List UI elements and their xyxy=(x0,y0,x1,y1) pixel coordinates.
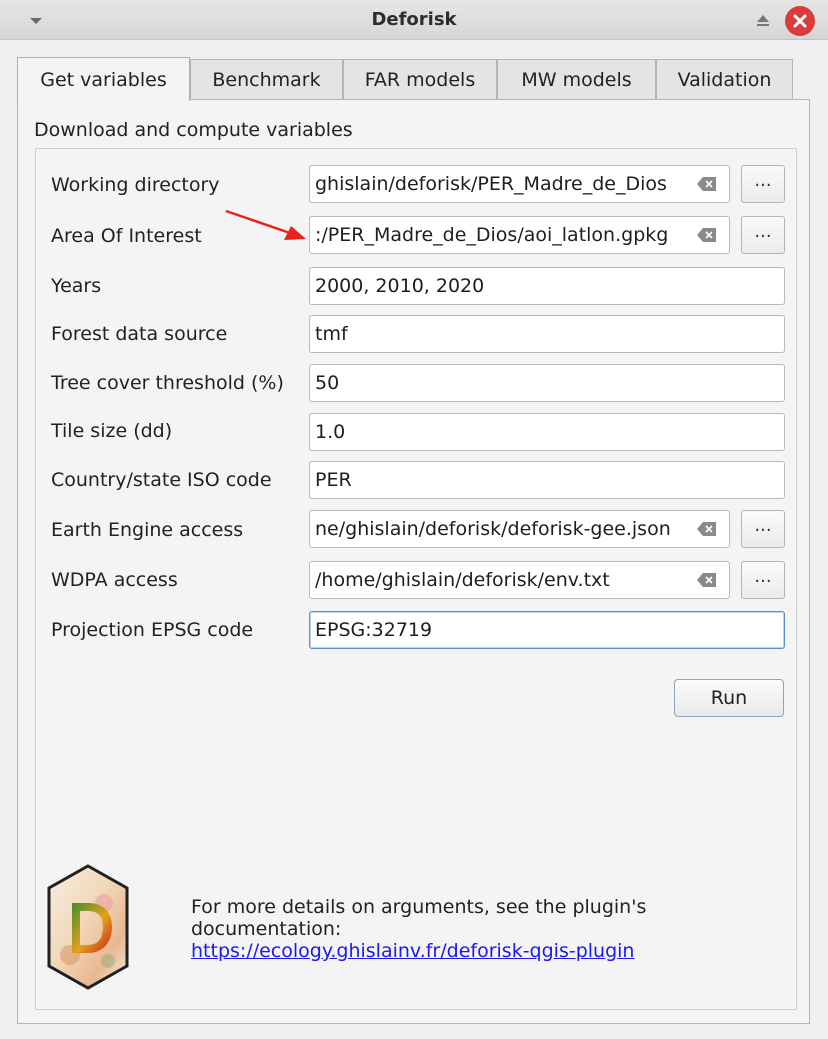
forest-data-source-label: Forest data source xyxy=(51,323,228,345)
projection-epsg-input[interactable]: EPSG:32719 xyxy=(309,611,785,649)
area-of-interest-input[interactable]: :/PER_Madre_de_Dios/aoi_latlon.gpkg xyxy=(309,216,730,254)
years-label: Years xyxy=(51,275,102,297)
earth-engine-access-value: ne/ghislain/deforisk/deforisk-gee.json xyxy=(315,518,671,540)
projection-epsg-value: EPSG:32719 xyxy=(315,619,433,641)
area-of-interest-label: Area Of Interest xyxy=(51,225,202,247)
backspace-clear-icon[interactable] xyxy=(697,177,717,191)
tree-cover-threshold-value: 50 xyxy=(315,372,340,394)
area-of-interest-value: :/PER_Madre_de_Dios/aoi_latlon.gpkg xyxy=(315,224,669,246)
iso-code-input[interactable]: PER xyxy=(309,461,785,499)
documentation-note-line2: documentation: xyxy=(191,918,342,940)
backspace-clear-icon[interactable] xyxy=(697,573,717,587)
tile-size-value: 1.0 xyxy=(315,421,346,443)
deforisk-hexagon-logo xyxy=(47,864,129,990)
iso-code-label: Country/state ISO code xyxy=(51,469,272,491)
backspace-clear-icon[interactable] xyxy=(697,228,717,242)
earth-engine-access-input[interactable]: ne/ghislain/deforisk/deforisk-gee.json xyxy=(309,510,730,548)
years-value: 2000, 2010, 2020 xyxy=(315,275,485,297)
years-input[interactable]: 2000, 2010, 2020 xyxy=(309,267,785,305)
forest-data-source-value: tmf xyxy=(315,323,348,345)
tab-pane-get-variables: Download and compute variables Working d… xyxy=(17,99,810,1024)
working-directory-label: Working directory xyxy=(51,174,220,196)
section-heading: Download and compute variables xyxy=(34,119,353,141)
forest-data-source-input[interactable]: tmf xyxy=(309,315,785,353)
wdpa-access-label: WDPA access xyxy=(51,569,178,591)
wdpa-access-value: /home/ghislain/deforisk/env.txt xyxy=(315,569,610,591)
window-title: Deforisk xyxy=(371,9,457,30)
deforisk-dialog: Deforisk Get variables Benchmark FAR mod… xyxy=(0,0,828,1039)
earth-engine-access-browse-button[interactable]: ... xyxy=(741,510,785,548)
tab-benchmark[interactable]: Benchmark xyxy=(190,59,343,99)
working-directory-value: ghislain/deforisk/PER_Madre_de_Dios xyxy=(315,173,667,195)
iso-code-value: PER xyxy=(315,469,352,491)
documentation-note: For more details on arguments, see the p… xyxy=(191,896,646,962)
tab-validation[interactable]: Validation xyxy=(656,59,793,99)
documentation-link[interactable]: https://ecology.ghislainv.fr/deforisk-qg… xyxy=(191,940,646,962)
working-directory-browse-button[interactable]: ... xyxy=(741,165,785,203)
close-button[interactable] xyxy=(785,6,815,36)
wdpa-access-input[interactable]: /home/ghislain/deforisk/env.txt xyxy=(309,561,730,599)
earth-engine-access-label: Earth Engine access xyxy=(51,519,244,541)
variables-form: Working directory ghislain/deforisk/PER_… xyxy=(35,148,797,1010)
projection-epsg-label: Projection EPSG code xyxy=(51,619,254,641)
tile-size-label: Tile size (dd) xyxy=(51,420,173,442)
tab-get-variables[interactable]: Get variables xyxy=(17,57,190,101)
tab-mw-models[interactable]: MW models xyxy=(497,59,656,99)
working-directory-input[interactable]: ghislain/deforisk/PER_Madre_de_Dios xyxy=(309,165,730,203)
tile-size-input[interactable]: 1.0 xyxy=(309,413,785,451)
title-bar: Deforisk xyxy=(0,0,828,40)
wdpa-access-browse-button[interactable]: ... xyxy=(741,561,785,599)
tab-far-models[interactable]: FAR models xyxy=(343,59,497,99)
close-icon xyxy=(793,14,807,28)
documentation-note-line1: For more details on arguments, see the p… xyxy=(191,896,647,918)
area-of-interest-browse-button[interactable]: ... xyxy=(741,216,785,254)
tree-cover-threshold-label: Tree cover threshold (%) xyxy=(51,372,284,394)
run-button[interactable]: Run xyxy=(674,679,784,717)
eject-icon[interactable] xyxy=(752,9,774,31)
tree-cover-threshold-input[interactable]: 50 xyxy=(309,364,785,402)
backspace-clear-icon[interactable] xyxy=(697,522,717,536)
